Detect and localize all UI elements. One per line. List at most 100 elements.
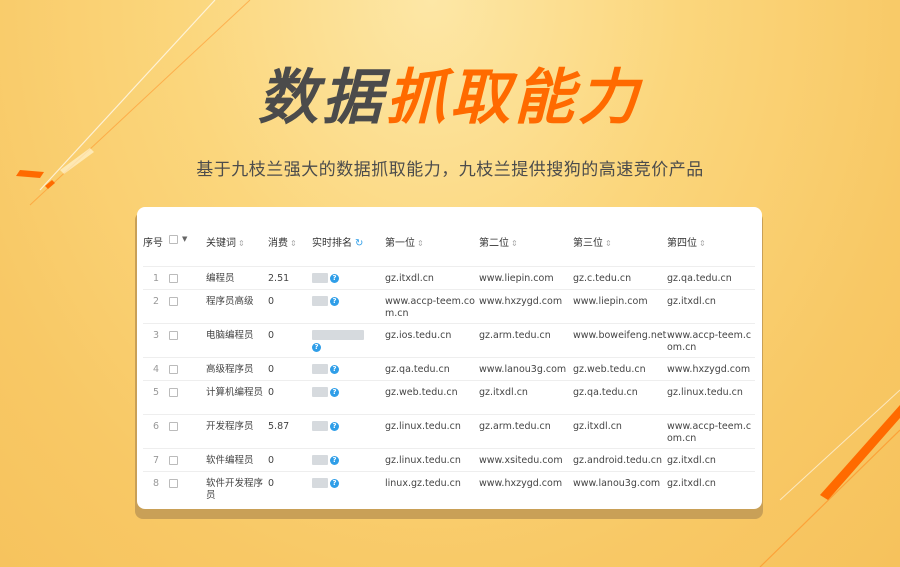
rank-masked — [312, 364, 328, 374]
sort-icon[interactable]: ⇕ — [511, 239, 518, 248]
header-fourth[interactable]: 第四位 ⇕ — [667, 225, 755, 266]
sort-icon[interactable]: ⇕ — [417, 239, 424, 248]
row-fourth: www.accp-teem.com.cn — [667, 322, 755, 357]
header-rank: 实时排名 ↻ — [312, 238, 364, 249]
row-second: www.hxzygd.com — [479, 288, 573, 323]
row-fourth: gz.linux.tedu.cn — [667, 379, 755, 414]
row-keyword: 软件编程员 — [206, 447, 268, 471]
row-cost: 0 — [268, 447, 312, 471]
row-cost: 0 — [268, 356, 312, 380]
header-cost[interactable]: 消费 ⇕ — [268, 225, 312, 266]
row-third: www.liepin.com — [573, 288, 667, 323]
sort-icon[interactable]: ⇕ — [238, 239, 245, 248]
question-icon[interactable]: ? — [330, 273, 339, 283]
row-first: gz.linux.tedu.cn — [385, 413, 479, 448]
row-first: gz.web.tedu.cn — [385, 379, 479, 414]
question-icon[interactable]: ? — [330, 478, 339, 488]
ranking-table-card: 序号 ▼ 关键词 ⇕ 消费 ⇕ 实时排名 ↻ 第一位 ⇕ 第二位 ⇕ 第三位 ⇕ 第四位 ⇕ … — [137, 207, 762, 509]
sort-icon[interactable]: ⇕ — [605, 239, 612, 248]
row-cost: 0 — [268, 379, 312, 414]
question-icon[interactable]: ? — [330, 455, 339, 465]
table-row: 7 软件编程员 0 ? gz.linux.tedu.cn www.xsitedu… — [143, 447, 755, 471]
row-second: www.liepin.com — [479, 265, 573, 289]
row-index: 1 — [143, 265, 169, 289]
row-second: gz.arm.tedu.cn — [479, 322, 573, 357]
row-checkbox[interactable] — [169, 387, 178, 397]
row-second: www.xsitedu.com — [479, 447, 573, 471]
question-icon[interactable]: ? — [330, 421, 339, 431]
row-first: linux.gz.tedu.cn — [385, 470, 479, 505]
caret-down-icon[interactable]: ▼ — [182, 235, 187, 243]
header-third[interactable]: 第三位 ⇕ — [573, 225, 667, 266]
row-index: 6 — [143, 413, 169, 448]
row-second: gz.itxdl.cn — [479, 379, 573, 414]
row-keyword: 电脑编程员 — [206, 322, 268, 357]
row-fourth: gz.itxdl.cn — [667, 288, 755, 323]
header-first[interactable]: 第一位 ⇕ — [385, 225, 479, 266]
question-icon[interactable]: ? — [330, 296, 339, 306]
row-checkbox[interactable] — [169, 364, 178, 374]
headline-orange: 抓取能力 — [386, 63, 642, 133]
question-icon[interactable]: ? — [312, 342, 321, 352]
row-rank: ? — [312, 288, 385, 323]
row-keyword: 计算机编程员 — [206, 379, 268, 414]
row-checkbox[interactable] — [169, 455, 178, 465]
row-index: 2 — [143, 288, 169, 323]
row-first: gz.ios.tedu.cn — [385, 322, 479, 357]
row-keyword: 高级程序员 — [206, 356, 268, 380]
header-keyword[interactable]: 关键词 ⇕ — [206, 225, 268, 266]
table-header-row: 序号 ▼ 关键词 ⇕ 消费 ⇕ 实时排名 ↻ 第一位 ⇕ 第二位 ⇕ 第三位 ⇕ 第四位 ⇕ — [143, 225, 755, 266]
row-cost: 0 — [268, 470, 312, 505]
row-index: 5 — [143, 379, 169, 414]
row-select — [169, 470, 206, 505]
rank-masked — [312, 273, 328, 283]
question-icon[interactable]: ? — [330, 364, 339, 374]
row-select — [169, 413, 206, 448]
select-all-checkbox[interactable] — [169, 234, 178, 244]
rank-masked — [312, 296, 328, 306]
row-checkbox[interactable] — [169, 273, 178, 283]
row-rank: ? — [312, 447, 385, 471]
row-third: gz.android.tedu.cn — [573, 447, 667, 471]
row-checkbox[interactable] — [169, 296, 178, 306]
table-row: 4 高级程序员 0 ? gz.qa.tedu.cn www.lanou3g.co… — [143, 356, 755, 380]
ranking-table: 序号 ▼ 关键词 ⇕ 消费 ⇕ 实时排名 ↻ 第一位 ⇕ 第二位 ⇕ 第三位 ⇕ 第四位 ⇕ … — [143, 225, 755, 505]
row-cost: 5.87 — [268, 413, 312, 448]
row-select — [169, 265, 206, 289]
row-fourth: gz.itxdl.cn — [667, 447, 755, 471]
row-index: 3 — [143, 322, 169, 357]
row-rank: ? — [312, 356, 385, 380]
table-row: 2 程序员高级 0 ? www.accp-teem.com.cn www.hxz… — [143, 288, 755, 323]
table-row: 8 软件开发程序员 0 ? linux.gz.tedu.cn www.hxzyg… — [143, 470, 755, 505]
row-index: 7 — [143, 447, 169, 471]
table-row: 1 编程员 2.51 ? gz.itxdl.cn www.liepin.com … — [143, 265, 755, 289]
row-cost: 0 — [268, 322, 312, 357]
row-checkbox[interactable] — [169, 330, 178, 340]
sort-icon[interactable]: ⇕ — [699, 239, 706, 248]
row-third: gz.itxdl.cn — [573, 413, 667, 448]
headline-dark: 数据 — [258, 63, 386, 133]
row-fourth: www.hxzygd.com — [667, 356, 755, 380]
row-index: 8 — [143, 470, 169, 505]
row-keyword: 开发程序员 — [206, 413, 268, 448]
row-keyword: 软件开发程序员 — [206, 470, 268, 505]
row-select — [169, 356, 206, 380]
row-second: gz.arm.tedu.cn — [479, 413, 573, 448]
row-rank: ? — [312, 322, 385, 357]
row-keyword: 编程员 — [206, 265, 268, 289]
sort-icon[interactable]: ⇕ — [290, 239, 297, 248]
rank-masked — [312, 455, 328, 465]
row-fourth: gz.itxdl.cn — [667, 470, 755, 505]
row-checkbox[interactable] — [169, 478, 178, 488]
refresh-icon[interactable]: ↻ — [355, 238, 363, 249]
row-checkbox[interactable] — [169, 421, 178, 431]
rank-masked — [312, 387, 328, 397]
row-cost: 2.51 — [268, 265, 312, 289]
subtitle: 基于九枝兰强大的数据抓取能力，九枝兰提供搜狗的高速竞价产品 — [196, 160, 704, 180]
row-fourth: gz.qa.tedu.cn — [667, 265, 755, 289]
header-second[interactable]: 第二位 ⇕ — [479, 225, 573, 266]
question-icon[interactable]: ? — [330, 387, 339, 397]
row-index: 4 — [143, 356, 169, 380]
table-row: 3 电脑编程员 0 ? gz.ios.tedu.cn gz.arm.tedu.c… — [143, 322, 755, 357]
table-row: 6 开发程序员 5.87 ? gz.linux.tedu.cn gz.arm.t… — [143, 413, 755, 448]
